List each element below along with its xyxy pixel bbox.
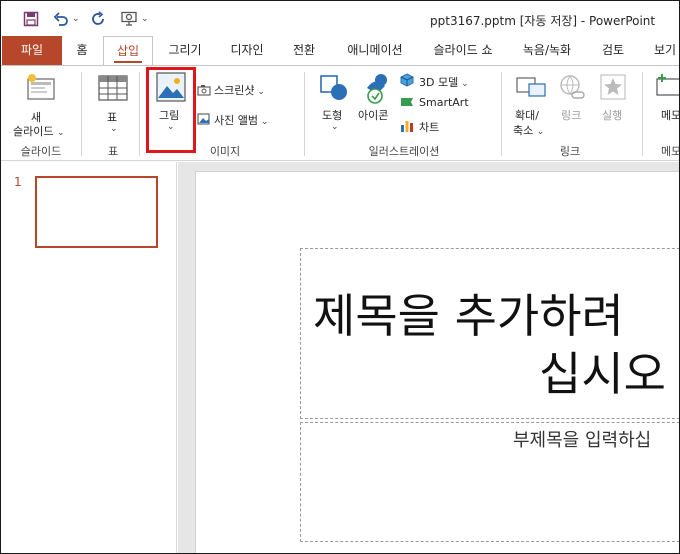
customize-qat-icon[interactable]: ⌄ xyxy=(141,14,149,24)
ribbon-insert: 새 슬라이드 ⌄ 슬라이드 표 ⌄ 표 그림 ⌄ 스크린샷 ⌄ 사진 앨범 ⌄ … xyxy=(1,65,680,161)
redo-button[interactable] xyxy=(91,9,107,29)
slide-number: 1 xyxy=(14,175,22,189)
picture-button-highlight xyxy=(146,67,196,153)
tab-animations[interactable]: 애니메이션 xyxy=(335,36,415,65)
present-from-start-button[interactable]: ⌄ xyxy=(121,9,149,29)
smartart-label: SmartArt xyxy=(419,96,469,109)
chart-label: 차트 xyxy=(419,121,440,134)
zoom-label-1: 확대/ xyxy=(515,109,539,122)
tab-transitions[interactable]: 전환 xyxy=(283,36,325,65)
icons-icon xyxy=(367,74,387,104)
tab-review[interactable]: 검토 xyxy=(593,36,633,65)
new-slide-icon xyxy=(27,74,55,100)
group-separator xyxy=(139,72,140,156)
title-placeholder-text: 제목을 추가하려 xyxy=(313,289,624,343)
tab-record[interactable]: 녹음/녹화 xyxy=(513,36,581,65)
document-title: ppt3167.pptm [자동 저장] - PowerPoint xyxy=(430,14,656,28)
save-icon xyxy=(23,11,39,27)
table-icon xyxy=(98,75,128,101)
table-label: 표 xyxy=(107,111,118,124)
subtitle-placeholder-text: 부제목을 입력하십 xyxy=(513,430,652,451)
group-separator xyxy=(304,72,305,156)
icons-label: 아이콘 xyxy=(358,109,389,122)
tab-design[interactable]: 디자인 xyxy=(221,36,273,65)
tab-home[interactable]: 홈 xyxy=(67,36,97,65)
zoom-label-2: 축소 ⌄ xyxy=(513,124,545,137)
tab-view[interactable]: 보기 xyxy=(645,36,679,65)
action-label: 실행 xyxy=(602,109,623,122)
undo-dropdown-icon[interactable]: ⌄ xyxy=(72,14,80,24)
table-dropdown-icon: ⌄ xyxy=(110,124,118,134)
slide-thumbnail[interactable] xyxy=(35,176,158,248)
group-label-illustrations: 일러스트레이션 xyxy=(368,145,440,158)
group-label-comments: 메모 xyxy=(661,145,680,158)
shapes-icon xyxy=(320,75,347,100)
smartart-icon xyxy=(401,98,413,106)
screenshot-icon xyxy=(197,85,211,96)
action-star-icon xyxy=(600,74,626,100)
tab-insert-label: 삽입 xyxy=(116,44,140,58)
cube-icon xyxy=(400,73,414,87)
active-tab-underline xyxy=(114,61,142,63)
powerpoint-window: ⌄ ⌄ ppt3167.pptm [자동 저장] - PowerPoint 파일… xyxy=(0,0,680,554)
tab-file[interactable]: 파일 xyxy=(2,36,62,65)
group-label-slides: 슬라이드 xyxy=(20,145,62,158)
comment-icon xyxy=(656,74,679,96)
group-label-tables: 표 xyxy=(107,145,119,158)
group-separator xyxy=(81,72,82,156)
group-separator xyxy=(501,72,502,156)
title-placeholder-text-line2: 십시오 xyxy=(539,347,666,401)
comment-label: 메모 xyxy=(661,109,680,122)
tab-draw[interactable]: 그리기 xyxy=(159,36,211,65)
undo-icon xyxy=(53,12,68,26)
ribbon-tabs: 파일 홈 삽입 그리기 디자인 전환 애니메이션 슬라이드 쇼 녹음/녹화 검토… xyxy=(1,36,679,66)
slideshow-icon xyxy=(121,11,137,26)
group-label-images: 이미지 xyxy=(209,145,241,158)
shapes-label: 도형 xyxy=(322,109,343,122)
photo-album-icon xyxy=(197,113,210,125)
link-label: 링크 xyxy=(561,109,582,122)
group-label-links: 링크 xyxy=(559,145,581,158)
repeat-icon xyxy=(92,11,104,25)
undo-button[interactable]: ⌄ xyxy=(53,9,80,29)
screenshot-label: 스크린샷 ⌄ xyxy=(214,84,265,97)
tab-insert[interactable]: 삽입 xyxy=(103,36,153,66)
save-button[interactable] xyxy=(23,9,39,29)
shapes-dropdown-icon: ⌄ xyxy=(331,122,339,132)
photo-album-label: 사진 앨범 ⌄ xyxy=(214,114,269,127)
title-bar: ⌄ ⌄ ppt3167.pptm [자동 저장] - PowerPoint xyxy=(1,1,679,36)
group-separator xyxy=(642,72,643,156)
chart-icon xyxy=(401,121,413,132)
link-icon xyxy=(560,75,585,99)
zoom-icon xyxy=(516,77,546,97)
tab-slideshow[interactable]: 슬라이드 쇼 xyxy=(425,36,501,65)
3d-models-label: 3D 모델 ⌄ xyxy=(419,76,469,89)
new-slide-label-2: 슬라이드 ⌄ xyxy=(13,125,65,138)
